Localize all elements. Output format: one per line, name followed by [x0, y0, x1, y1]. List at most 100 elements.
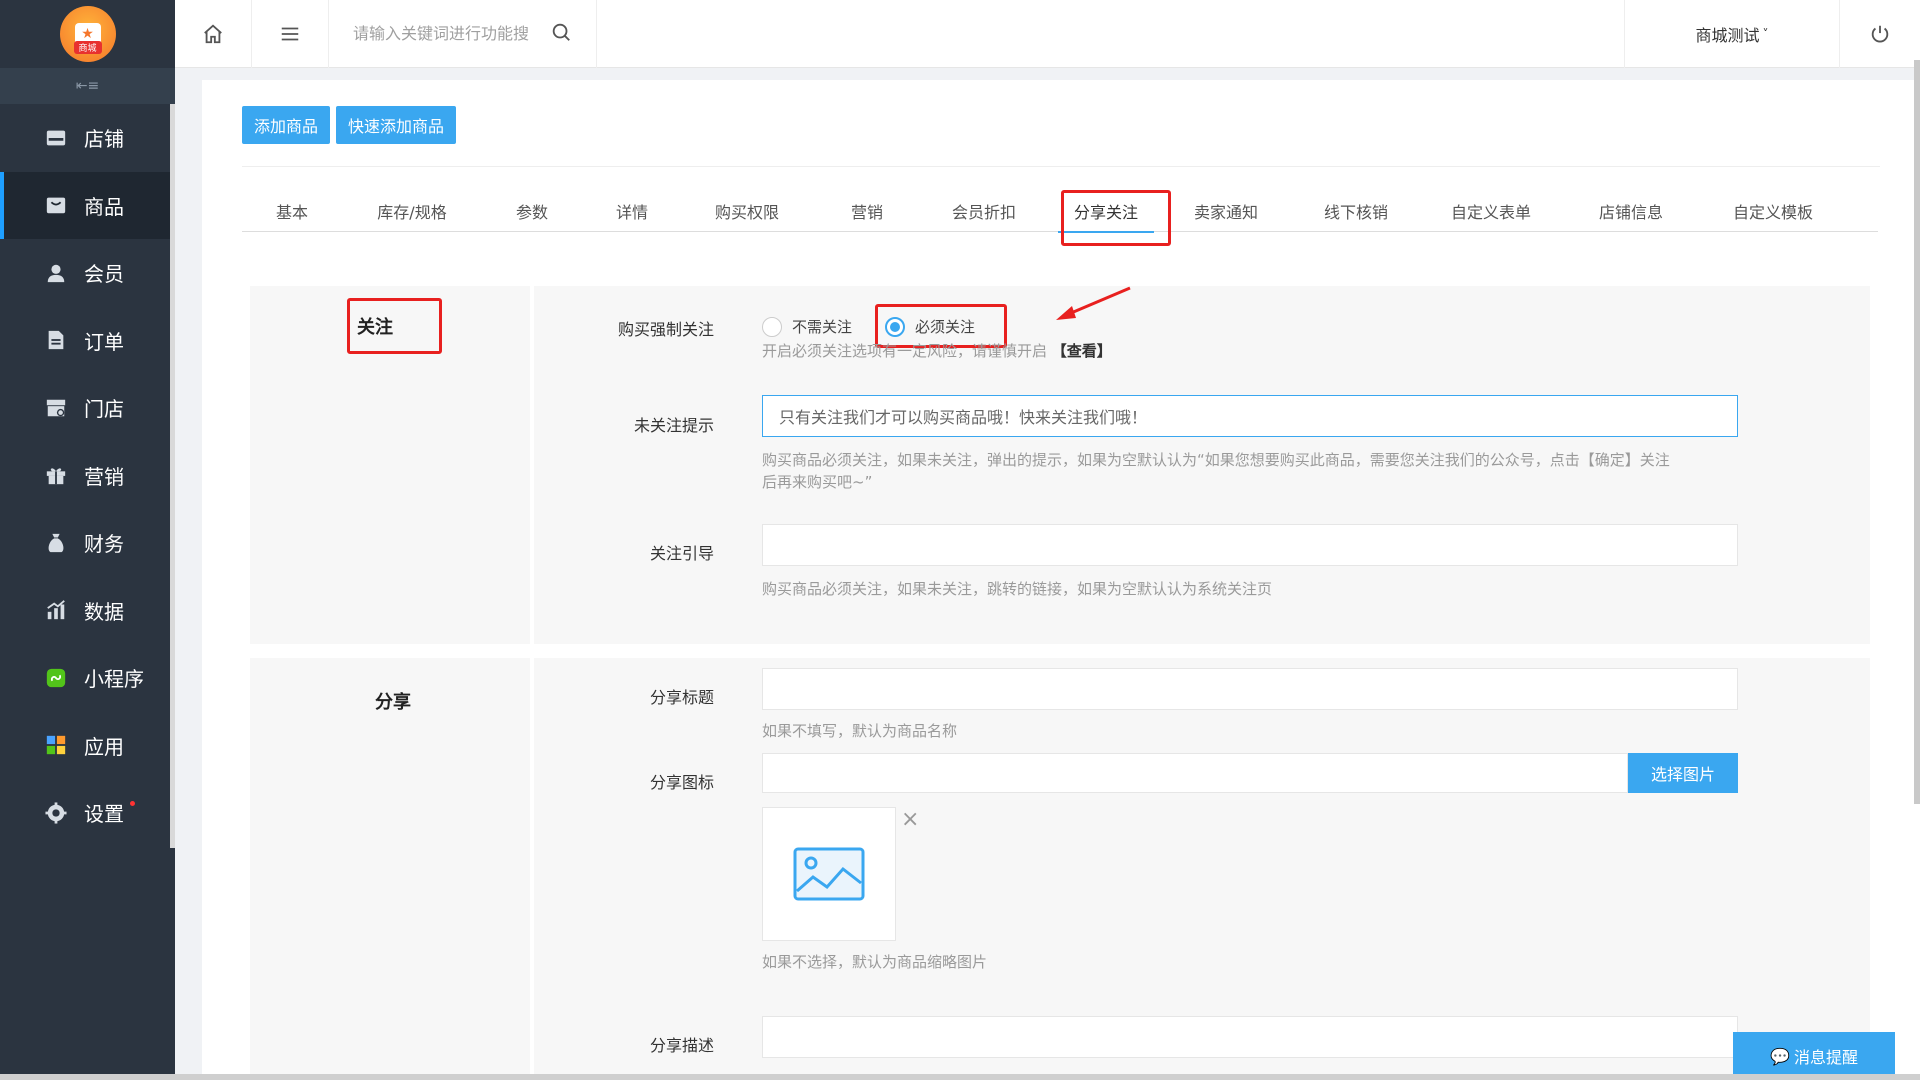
- tab-offline-verify[interactable]: 线下核销: [1286, 190, 1426, 232]
- sidebar-item-shop[interactable]: 门店: [0, 374, 175, 442]
- share-icon-help: 如果不选择，默认为商品缩略图片: [762, 953, 988, 971]
- share-icon-label: 分享图标: [649, 773, 714, 792]
- message-reminder-button[interactable]: 💬 消息提醒: [1733, 1032, 1895, 1080]
- guide-label: 关注引导: [649, 544, 714, 563]
- tab-purchase-permission[interactable]: 购买权限: [682, 190, 812, 232]
- share-section-header: 分享: [250, 658, 530, 1080]
- radio-no-follow[interactable]: 不需关注: [762, 316, 852, 337]
- tab-detail[interactable]: 详情: [582, 190, 682, 232]
- shop-icon: [44, 396, 68, 420]
- power-icon[interactable]: [1840, 0, 1920, 68]
- sidebar-item-settings[interactable]: 设置: [0, 779, 175, 847]
- sidebar-item-label: 会员: [84, 262, 124, 287]
- sidebar-item-store[interactable]: 店铺: [0, 104, 175, 172]
- sidebar-item-label: 店铺: [84, 127, 124, 152]
- gift-icon: [44, 463, 68, 487]
- divider: [242, 166, 1880, 167]
- sidebar-item-goods[interactable]: 商品: [0, 171, 175, 239]
- sidebar-item-order[interactable]: 订单: [0, 307, 175, 375]
- red-arrow-icon: [1056, 286, 1131, 320]
- tab-custom-template[interactable]: 自定义模板: [1706, 190, 1840, 232]
- goods-tabs: 基本 库存/规格 参数 详情 购买权限 营销 会员折扣 分享关注 卖家通知 线下…: [242, 190, 1878, 233]
- toolbar: 添加商品 快速添加商品: [242, 106, 457, 144]
- main-panel: 添加商品 快速添加商品 基本 库存/规格 参数 详情 购买权限 营销 会员折扣 …: [202, 80, 1920, 1080]
- share-section-title: 分享: [375, 692, 411, 713]
- share-title-help: 如果不填写，默认为商品名称: [762, 722, 958, 740]
- search-input[interactable]: [353, 24, 543, 43]
- search-icon[interactable]: [550, 21, 572, 47]
- tab-custom-form[interactable]: 自定义表单: [1426, 190, 1556, 232]
- tab-stock[interactable]: 库存/规格: [342, 190, 482, 232]
- chat-icon: 💬: [1770, 1046, 1790, 1066]
- select-image-button[interactable]: 选择图片: [1628, 753, 1738, 793]
- add-goods-button[interactable]: 添加商品: [242, 106, 331, 144]
- tab-params[interactable]: 参数: [482, 190, 582, 232]
- tab-highlight-box: [1061, 190, 1171, 246]
- search-bar: [329, 0, 597, 68]
- tab-seller-notify[interactable]: 卖家通知: [1166, 190, 1286, 232]
- sidebar-nav: 店铺 商品 会员 订单 门店 营销 财务 数据 小程序 应用 设置: [0, 104, 175, 847]
- store-switcher[interactable]: 商城测试 ˅: [1625, 0, 1840, 68]
- radio-button[interactable]: [762, 316, 782, 337]
- tab-member-discount[interactable]: 会员折扣: [922, 190, 1046, 232]
- follow-section-header: 关注: [250, 286, 530, 644]
- quick-add-goods-button[interactable]: 快速添加商品: [336, 106, 457, 144]
- store-icon: [44, 126, 68, 150]
- apps-icon: [44, 733, 68, 757]
- logo[interactable]: ★ 商城: [59, 6, 116, 62]
- sidebar-item-apps[interactable]: 应用: [0, 712, 175, 780]
- sidebar-item-label: 应用: [84, 734, 124, 759]
- page-scrollbar[interactable]: [1914, 60, 1920, 804]
- sidebar-item-marketing[interactable]: 营销: [0, 442, 175, 510]
- sidebar-item-label: 门店: [84, 397, 124, 422]
- share-desc-label: 分享描述: [649, 1036, 714, 1055]
- unfollow-tip-help-line-2: 后再来购买吧~”: [762, 473, 873, 491]
- top-header: 商城测试 ˅: [175, 0, 1920, 68]
- collapse-icon[interactable]: ⇤≡: [0, 68, 175, 104]
- close-icon[interactable]: ×: [901, 807, 919, 832]
- share-title-input[interactable]: [762, 668, 1738, 710]
- sidebar: ★ 商城 ⇤≡ 店铺 商品 会员 订单 门店 营销 财务 数据 小程序 应用 设…: [0, 0, 175, 1080]
- unfollow-tip-help: 购买商品必须关注，如果未关注，弹出的提示，如果为空默认认为“如果您想要购买此商品…: [762, 449, 1742, 493]
- view-link[interactable]: 【查看】: [1052, 342, 1112, 360]
- sidebar-item-data[interactable]: 数据: [0, 577, 175, 645]
- tab-store-info[interactable]: 店铺信息: [1556, 190, 1706, 232]
- horizontal-scrollbar[interactable]: [0, 1074, 1920, 1080]
- sidebar-scrollbar[interactable]: [170, 104, 175, 848]
- guide-help: 购买商品必须关注，如果未关注，跳转的链接，如果为空默认认为系统关注页: [762, 580, 1273, 598]
- radio-label: 不需关注: [792, 318, 853, 336]
- message-reminder-label: 消息提醒: [1793, 1048, 1858, 1067]
- sidebar-item-miniprogram[interactable]: 小程序: [0, 644, 175, 712]
- goods-icon: [44, 193, 68, 217]
- gear-icon: [44, 801, 68, 825]
- sidebar-item-label: 小程序: [84, 667, 144, 692]
- unfollow-tip-input[interactable]: [762, 395, 1738, 437]
- chart-icon: [44, 598, 68, 622]
- share-title-label: 分享标题: [649, 688, 714, 707]
- store-name: 商城测试: [1695, 25, 1760, 45]
- tab-marketing[interactable]: 营销: [812, 190, 922, 232]
- notification-dot: [130, 801, 135, 806]
- home-icon[interactable]: [175, 0, 252, 68]
- menu-icon[interactable]: [252, 0, 329, 68]
- sidebar-item-finance[interactable]: 财务: [0, 509, 175, 577]
- share-desc-input[interactable]: [762, 1016, 1738, 1058]
- sidebar-item-label: 财务: [84, 532, 124, 557]
- follow-title-highlight-box: [347, 298, 442, 354]
- share-section-body: 分享标题 如果不填写，默认为商品名称 分享图标 选择图片 × 如果不选择，默认为…: [534, 658, 1870, 1080]
- chevron-down-icon: ˅: [1762, 26, 1769, 41]
- force-follow-help-text: 开启必须关注选项有一定风险，请谨慎开启: [762, 342, 1048, 360]
- image-thumbnail[interactable]: [762, 807, 896, 941]
- share-icon-input[interactable]: [762, 753, 1628, 793]
- order-icon: [44, 328, 68, 352]
- tab-basic[interactable]: 基本: [242, 190, 342, 232]
- sidebar-item-label: 数据: [84, 599, 124, 624]
- miniprogram-icon: [44, 666, 68, 690]
- money-bag-icon: [44, 531, 68, 555]
- sidebar-item-label: 商品: [84, 194, 124, 219]
- sidebar-item-member[interactable]: 会员: [0, 239, 175, 307]
- force-follow-help: 开启必须关注选项有一定风险，请谨慎开启 【查看】: [762, 340, 1112, 362]
- sidebar-item-label: 订单: [84, 329, 124, 354]
- guide-input[interactable]: [762, 524, 1738, 566]
- logo-text: 商城: [73, 41, 102, 54]
